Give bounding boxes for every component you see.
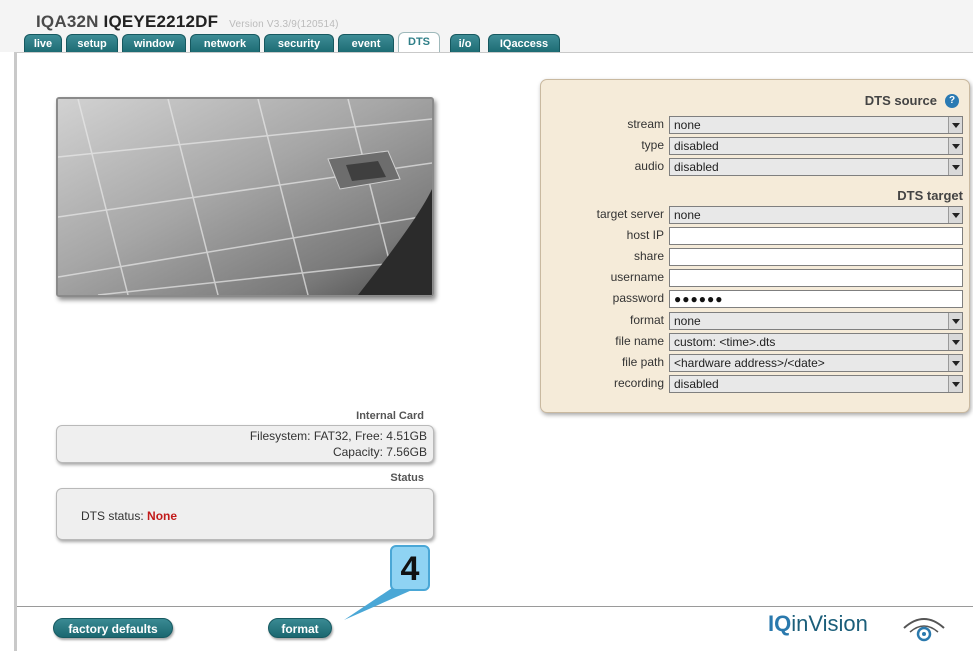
target-server-value: none	[674, 208, 701, 222]
status-panel: DTS status: None	[56, 488, 434, 540]
dts-status-value: None	[147, 509, 178, 523]
help-icon[interactable]: ?	[945, 94, 959, 108]
capacity-info: Capacity: 7.56GB	[332, 445, 427, 459]
target-server-label: target server	[596, 207, 664, 221]
dts-settings-panel: DTS source ? stream none type disabled a…	[540, 79, 970, 413]
audio-label: audio	[634, 159, 664, 173]
file-name-label: file name	[615, 334, 664, 348]
floor-tiles-image	[58, 99, 432, 295]
host-ip-input[interactable]	[669, 227, 963, 245]
recording-select[interactable]: disabled	[669, 375, 963, 393]
footer-divider	[17, 606, 973, 607]
share-label: share	[633, 249, 664, 263]
chevron-down-icon	[948, 159, 962, 175]
eye-logo-icon	[903, 618, 945, 642]
title-model: IQEYE2212DF	[103, 12, 219, 31]
format-button[interactable]: format	[268, 618, 332, 638]
password-input[interactable]: ●●●●●●	[669, 290, 963, 308]
tab-security[interactable]: security	[264, 34, 334, 52]
dts-target-heading: DTS target	[897, 188, 963, 203]
dts-status: DTS status: None	[81, 509, 177, 523]
tab-setup[interactable]: setup	[66, 34, 118, 52]
factory-defaults-button[interactable]: factory defaults	[53, 618, 173, 638]
chevron-down-icon	[948, 376, 962, 392]
target-server-select[interactable]: none	[669, 206, 963, 224]
recording-label: recording	[613, 376, 664, 390]
file-name-select[interactable]: custom: <time>.dts	[669, 333, 963, 351]
audio-select[interactable]: disabled	[669, 158, 963, 176]
format-label: format	[629, 313, 664, 327]
file-path-label: file path	[621, 355, 664, 369]
version-label: Version V3.3/9(120514)	[229, 19, 339, 30]
format-value: none	[674, 314, 701, 328]
format-select[interactable]: none	[669, 312, 963, 330]
recording-value: disabled	[674, 377, 719, 391]
status-heading: Status	[390, 472, 424, 484]
host-ip-label: host IP	[626, 228, 664, 242]
page-title: IQA32N IQEYE2212DF Version V3.3/9(120514…	[36, 12, 339, 32]
chevron-down-icon	[948, 138, 962, 154]
share-input[interactable]	[669, 248, 963, 266]
chevron-down-icon	[948, 355, 962, 371]
step-callout: 4	[390, 545, 430, 591]
title-prefix: IQA32N	[36, 12, 99, 31]
username-label: username	[610, 270, 664, 284]
logo-text: inVision	[791, 611, 868, 636]
audio-value: disabled	[674, 160, 719, 174]
type-select[interactable]: disabled	[669, 137, 963, 155]
internal-card-heading: Internal Card	[356, 410, 424, 422]
chevron-down-icon	[948, 117, 962, 133]
file-path-value: <hardware address>/<date>	[674, 356, 825, 370]
tab-iqaccess[interactable]: IQaccess	[488, 34, 560, 52]
file-path-select[interactable]: <hardware address>/<date>	[669, 354, 963, 372]
camera-preview	[56, 97, 434, 297]
tab-network[interactable]: network	[190, 34, 260, 52]
stream-label: stream	[627, 117, 664, 131]
camera-config-page: IQA32N IQEYE2212DF Version V3.3/9(120514…	[0, 0, 973, 651]
chevron-down-icon	[948, 313, 962, 329]
tab-event[interactable]: event	[338, 34, 394, 52]
password-label: password	[612, 291, 664, 305]
type-value: disabled	[674, 139, 719, 153]
chevron-down-icon	[948, 334, 962, 350]
filesystem-info: Filesystem: FAT32, Free: 4.51GB	[249, 429, 427, 443]
stream-select[interactable]: none	[669, 116, 963, 134]
dts-source-heading: DTS source	[864, 93, 937, 108]
tab-live[interactable]: live	[24, 34, 62, 52]
logo-iq: IQ	[768, 611, 792, 636]
type-label: type	[641, 138, 664, 152]
dts-status-label: DTS status:	[81, 509, 148, 523]
tab-window[interactable]: window	[122, 34, 186, 52]
stream-value: none	[674, 118, 701, 132]
iqinvision-logo: IQinVision	[768, 611, 868, 637]
file-name-value: custom: <time>.dts	[674, 335, 776, 349]
tab-io[interactable]: i/o	[450, 34, 480, 52]
username-input[interactable]	[669, 269, 963, 287]
chevron-down-icon	[948, 207, 962, 223]
tab-dts[interactable]: DTS	[398, 32, 440, 52]
internal-card-panel: Filesystem: FAT32, Free: 4.51GB Capacity…	[56, 425, 434, 463]
